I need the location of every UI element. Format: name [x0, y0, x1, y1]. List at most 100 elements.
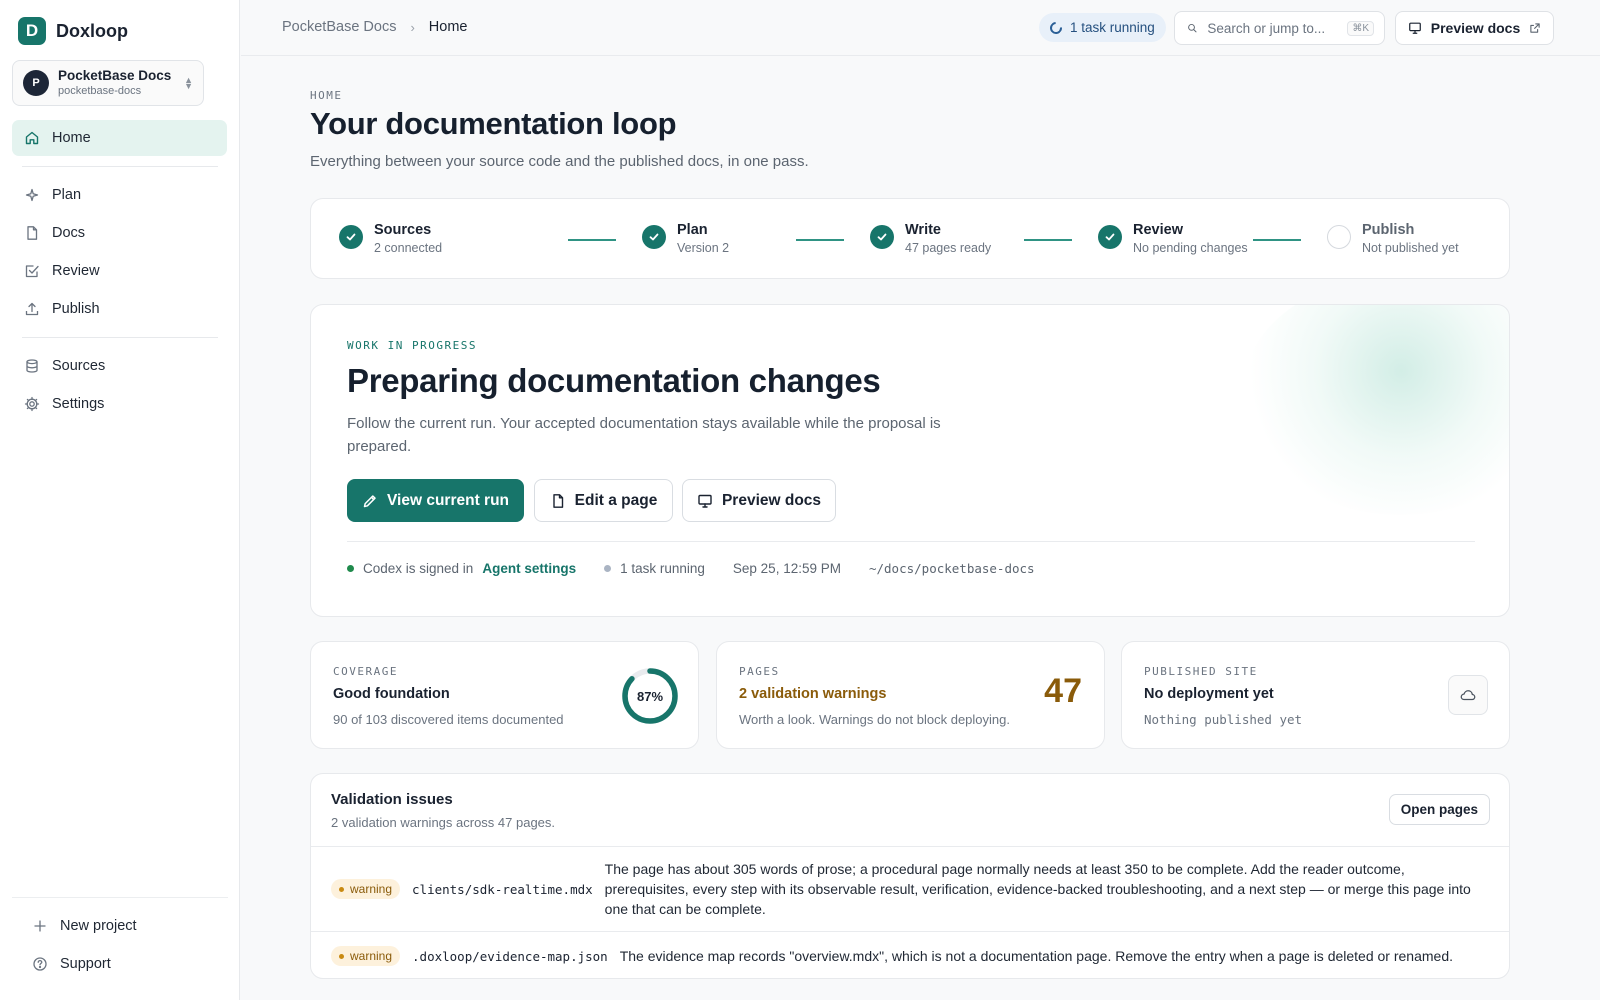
topbar: PocketBase Docs › Home 1 task running ⌘K…: [241, 0, 1600, 56]
check-icon: [642, 225, 666, 249]
agent-status: Codex is signed in: [363, 561, 474, 576]
pages-sub: Worth a look. Warnings do not block depl…: [739, 712, 1010, 727]
breadcrumb-root[interactable]: PocketBase Docs: [282, 19, 396, 35]
step-label: Review: [1133, 222, 1183, 238]
sidebar-item-home[interactable]: Home: [12, 120, 227, 156]
coverage-card: COVERAGE Good foundation 90 of 103 disco…: [310, 641, 699, 749]
breadcrumb-current: Home: [428, 19, 468, 35]
step-label: Sources: [374, 222, 432, 238]
external-link-icon: [1530, 23, 1540, 33]
sidebar-item-docs[interactable]: Docs: [12, 215, 227, 251]
validation-title: Validation issues: [331, 791, 453, 808]
preview-docs-label: Preview docs: [721, 491, 822, 509]
new-project-button[interactable]: New project: [20, 909, 220, 943]
project-switcher[interactable]: P PocketBase Docs pocketbase-docs ▲ ▼: [12, 60, 204, 106]
monitor-icon: [698, 494, 712, 508]
sidebar-item-review[interactable]: Review: [12, 253, 227, 289]
status-dot: [347, 565, 354, 572]
issue-file[interactable]: clients/sdk-realtime.mdx: [412, 882, 593, 897]
view-current-run-label: View current run: [386, 491, 510, 509]
step-sub: 47 pages ready: [905, 240, 992, 255]
warning-badge: warning: [331, 946, 401, 966]
hero-meta: Codex is signed in Agent settings 1 task…: [347, 561, 1035, 576]
warning-label: warning: [350, 949, 393, 963]
step-write[interactable]: Write 47 pages ready: [870, 221, 991, 256]
file-icon: [552, 493, 563, 508]
home-icon: [24, 130, 40, 146]
preview-docs-label: Preview docs: [1430, 20, 1521, 36]
coverage-eyebrow: COVERAGE: [333, 665, 398, 678]
coverage-sub: 90 of 103 discovered items documented: [333, 712, 564, 727]
breadcrumb: PocketBase Docs › Home: [282, 19, 467, 35]
pages-card: PAGES 2 validation warnings Worth a look…: [716, 641, 1105, 749]
step-sub: Not published yet: [1362, 240, 1459, 255]
agent-settings-link[interactable]: Agent settings: [482, 561, 576, 576]
project-avatar: P: [23, 70, 49, 96]
step-connector: [568, 239, 616, 241]
step-plan[interactable]: Plan Version 2: [642, 221, 729, 256]
open-pages-button[interactable]: Open pages: [1388, 794, 1490, 825]
check-square-icon: [24, 263, 40, 279]
sidebar-item-publish[interactable]: Publish: [12, 291, 227, 327]
help-circle-icon: [32, 956, 48, 972]
validation-row[interactable]: warning .doxloop/evidence-map.json The e…: [311, 931, 1509, 978]
cloud-deploy-button[interactable]: [1448, 675, 1488, 715]
sidebar-item-settings[interactable]: Settings: [12, 386, 227, 422]
step-sources[interactable]: Sources 2 connected: [339, 221, 442, 256]
project-name: PocketBase Docs: [58, 68, 172, 84]
hero-eyebrow: WORK IN PROGRESS: [347, 339, 477, 352]
edit-page-label: Edit a page: [574, 491, 658, 509]
search-shortcut: ⌘K: [1347, 20, 1374, 36]
page-eyebrow: HOME: [310, 89, 343, 102]
project-path: ~/docs/pocketbase-docs: [868, 561, 1035, 576]
sidebar-item-label: Plan: [52, 187, 82, 203]
support-button[interactable]: Support: [20, 947, 220, 981]
step-connector: [1024, 239, 1072, 241]
cloud-icon: [1460, 690, 1476, 701]
run-timestamp: Sep 25, 12:59 PM: [732, 561, 841, 576]
step-connector: [1253, 239, 1301, 241]
warning-dot: [339, 953, 344, 959]
edit-page-button[interactable]: Edit a page: [534, 479, 673, 522]
brand-logo: D: [18, 17, 46, 45]
search-icon: [1188, 23, 1197, 33]
sidebar: D Doxloop P PocketBase Docs pocketbase-d…: [0, 0, 240, 1000]
view-current-run-button[interactable]: View current run: [347, 479, 524, 522]
task-running-pill[interactable]: 1 task running: [1039, 13, 1166, 42]
sidebar-item-sources[interactable]: Sources: [12, 348, 227, 384]
check-icon: [1098, 225, 1122, 249]
validation-issues-card: Validation issues 2 validation warnings …: [310, 773, 1510, 979]
validation-row[interactable]: warning clients/sdk-realtime.mdx The pag…: [311, 846, 1509, 931]
preview-docs-top-button[interactable]: Preview docs: [1395, 11, 1554, 45]
monitor-icon: [1408, 22, 1421, 34]
published-eyebrow: PUBLISHED SITE: [1144, 665, 1258, 678]
pipeline-stepper: Sources 2 connected Plan Version 2 Write…: [310, 198, 1510, 279]
sidebar-item-plan[interactable]: Plan: [12, 177, 227, 213]
coverage-title: Good foundation: [333, 686, 450, 702]
published-sub: Nothing published yet: [1144, 712, 1303, 727]
pending-circle-icon: [1327, 225, 1351, 249]
sidebar-item-label: Docs: [52, 225, 86, 241]
page-title: Your documentation loop: [310, 106, 677, 141]
check-icon: [870, 225, 894, 249]
preview-docs-button[interactable]: Preview docs: [682, 479, 836, 522]
pages-count: 47: [1044, 672, 1082, 710]
step-publish[interactable]: Publish Not published yet: [1327, 221, 1459, 256]
spinner-icon: [1047, 19, 1065, 36]
hero-title: Preparing documentation changes: [347, 362, 881, 399]
upload-icon: [24, 301, 40, 317]
issue-message: The page has about 305 words of prose; a…: [604, 861, 1471, 917]
brand[interactable]: D Doxloop: [18, 17, 128, 45]
sidebar-bottom-divider: [12, 897, 228, 898]
plus-icon: [32, 918, 48, 934]
search-input[interactable]: [1207, 20, 1338, 36]
search-box[interactable]: ⌘K: [1174, 11, 1385, 45]
step-sub: 2 connected: [374, 240, 443, 255]
issue-file[interactable]: .doxloop/evidence-map.json: [412, 949, 608, 964]
warning-label: warning: [350, 882, 393, 896]
chevron-up-down-icon: ▲ ▼: [184, 74, 193, 91]
gear-icon: [24, 396, 40, 412]
support-label: Support: [60, 956, 111, 972]
step-review[interactable]: Review No pending changes: [1098, 221, 1248, 256]
chevron-right-icon: ›: [410, 19, 415, 35]
